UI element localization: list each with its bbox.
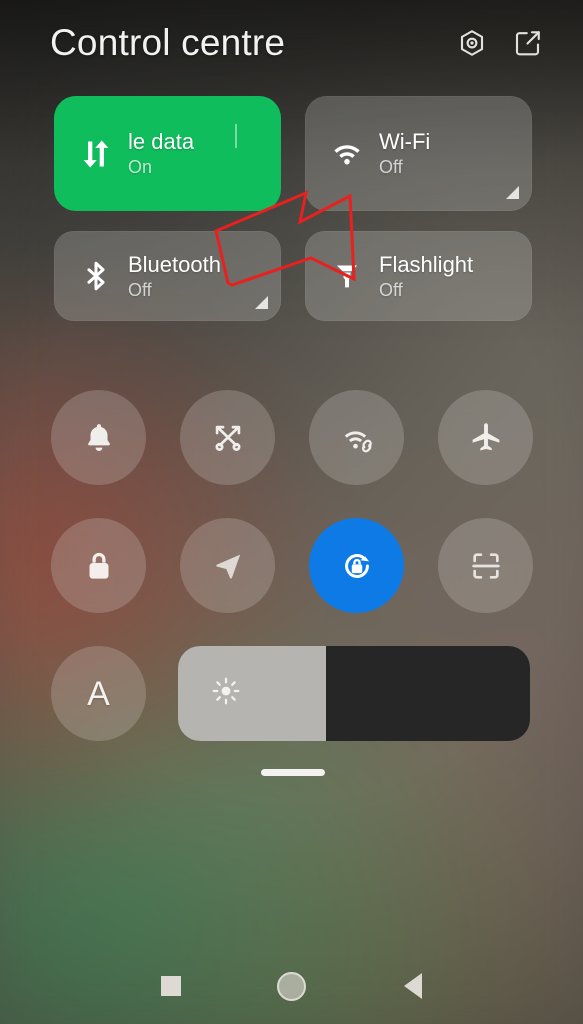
brightness-slider[interactable] <box>178 646 530 741</box>
recents-square-glyph <box>160 976 181 996</box>
tile-wifi-state: Off <box>379 157 403 178</box>
back-triangle-icon[interactable] <box>385 958 441 1014</box>
control-centre-screen: Control centre le data On Wi-Fi Off Blue… <box>0 0 583 1024</box>
circle-toggle-row-2 <box>51 518 533 613</box>
bell-icon <box>82 421 116 455</box>
android-navigation-bar <box>0 948 583 1024</box>
circle-toggle-ringtone-sound[interactable] <box>51 390 146 485</box>
circle-toggle-auto-rotate-lock[interactable] <box>309 518 404 613</box>
sun-brightness-icon <box>210 675 242 712</box>
tile-mobile-data-label: le data <box>128 129 195 155</box>
lock-icon <box>82 549 116 583</box>
home-circle-glyph <box>277 971 306 1001</box>
settings-hexagon-icon[interactable] <box>455 26 489 60</box>
header-bar: Control centre <box>0 0 583 86</box>
tile-wifi-text: Wi-Fi Off <box>379 129 430 178</box>
tile-bluetooth-state: Off <box>128 279 152 300</box>
screenshot-scissors-icon <box>211 421 245 455</box>
page-title: Control centre <box>50 22 286 63</box>
recents-square-icon[interactable] <box>143 958 199 1014</box>
circle-toggle-screen-lock[interactable] <box>51 518 146 613</box>
tile-flashlight-text: Flashlight Off <box>379 252 473 301</box>
tile-flashlight-state: Off <box>379 279 403 300</box>
panel-drag-handle[interactable] <box>261 769 325 776</box>
tile-mobile-data-text: le data On <box>128 129 194 178</box>
tile-wifi[interactable]: Wi-Fi Off <box>305 96 532 211</box>
circle-toggle-location[interactable] <box>180 518 275 613</box>
tile-row-1: le data On Wi-Fi Off <box>54 96 532 211</box>
airplane-icon <box>468 420 504 456</box>
location-arrow-icon <box>211 549 245 583</box>
tile-wifi-expand-corner-icon[interactable] <box>506 186 519 199</box>
bluetooth-icon <box>74 254 118 298</box>
home-circle-icon[interactable] <box>264 958 320 1014</box>
tile-mobile-data[interactable]: le data On <box>54 96 281 211</box>
tile-row-2: Bluetooth Off Flashlight Off <box>54 231 532 321</box>
auto-brightness-label: A <box>87 674 110 713</box>
scan-frame-icon <box>469 549 503 583</box>
tile-flashlight[interactable]: Flashlight Off <box>305 231 532 321</box>
auto-brightness-button[interactable]: A <box>51 646 146 741</box>
brightness-row: A <box>51 646 533 741</box>
tile-mobile-data-state: On <box>128 157 153 178</box>
circle-toggle-airplane-mode[interactable] <box>438 390 533 485</box>
flashlight-icon <box>325 254 369 298</box>
mobile-data-arrows-icon <box>74 132 118 176</box>
rotation-lock-icon <box>338 547 376 585</box>
tile-bluetooth-text: Bluetooth Off <box>128 252 221 301</box>
tile-wifi-label: Wi-Fi <box>379 129 431 155</box>
circle-toggle-hotspot[interactable] <box>309 390 404 485</box>
text-caret-indicator <box>235 124 237 148</box>
hotspot-wifi-link-icon <box>339 420 375 456</box>
tile-flashlight-label: Flashlight <box>379 251 474 277</box>
edit-pencil-square-icon[interactable] <box>511 26 545 60</box>
circle-toggle-row-1 <box>51 390 533 485</box>
circle-toggle-screenshot[interactable] <box>180 390 275 485</box>
wifi-icon <box>325 132 369 176</box>
tile-bluetooth[interactable]: Bluetooth Off <box>54 231 281 321</box>
brightness-slider-fill <box>178 646 326 741</box>
quick-settings-tiles: le data On Wi-Fi Off Bluetooth Off Flash… <box>54 96 532 341</box>
back-triangle-glyph <box>403 973 422 999</box>
circle-toggle-scan-code[interactable] <box>438 518 533 613</box>
tile-bluetooth-label: Bluetooth <box>128 251 221 277</box>
circle-toggles-grid <box>51 390 533 646</box>
tile-bluetooth-expand-corner-icon[interactable] <box>255 296 268 309</box>
